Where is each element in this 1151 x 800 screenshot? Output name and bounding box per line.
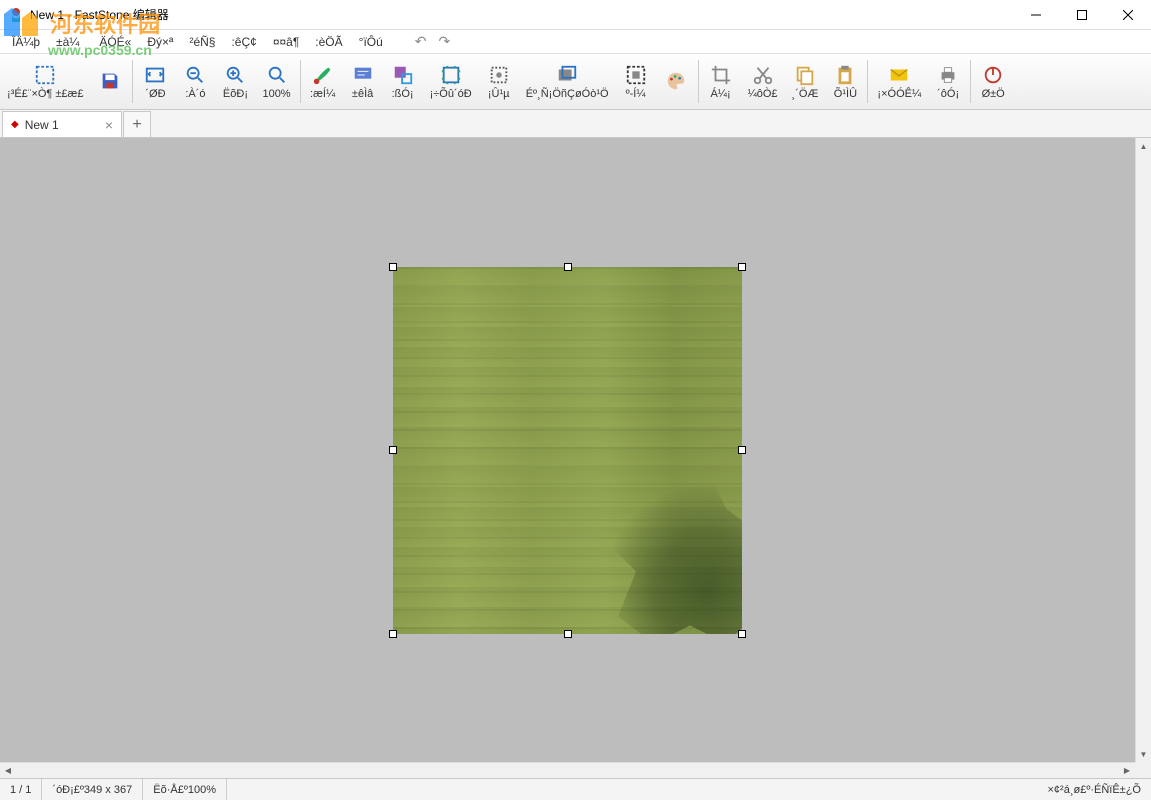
print-icon <box>936 63 960 87</box>
tool-effects[interactable]: ¡Û¹µ <box>479 54 519 109</box>
handle-top-left[interactable] <box>389 263 397 271</box>
tool-select[interactable]: ¡³É£¨×Ò¶ ±£æ£ <box>0 54 90 109</box>
tool-cut[interactable]: ¼ôÒ£ <box>741 54 785 109</box>
tool-zoom-in[interactable]: ËõÐ¡ <box>215 54 255 109</box>
menu-help[interactable]: °ïÔú <box>351 33 391 51</box>
handle-top-center[interactable] <box>564 263 572 271</box>
zoom-in-icon <box>223 63 247 87</box>
horizontal-scrollbar[interactable]: ◀ ▶ <box>0 762 1135 778</box>
text-icon <box>351 63 375 87</box>
tab-bar: ◆ New 1 × + <box>0 110 1151 138</box>
copy-icon <box>793 63 817 87</box>
brush-icon <box>311 63 335 87</box>
close-button[interactable] <box>1105 0 1151 30</box>
menu-edit[interactable]: ±à¼­ <box>48 33 91 51</box>
tool-paste[interactable]: Õ¹ÌÛ <box>825 54 865 109</box>
batch-icon <box>555 63 579 87</box>
canvas-wrap: ▲ ▼ ◀ ▶ <box>0 138 1151 778</box>
email-icon <box>887 63 911 87</box>
tool-email[interactable]: ¡×ÓÓÊ¼ <box>870 54 928 109</box>
status-registration: ×¢²á¸ø£º·ÉÑïÊ±¿Õ <box>1038 779 1151 800</box>
undo-icon[interactable]: ↶ <box>411 33 431 50</box>
fit-icon <box>143 63 167 87</box>
app-icon <box>8 7 24 23</box>
tab-new1[interactable]: ◆ New 1 × <box>2 111 122 137</box>
handle-bottom-center[interactable] <box>564 630 572 638</box>
tool-copy[interactable]: ¸´ÖÆ <box>785 54 826 109</box>
handle-bottom-left[interactable] <box>389 630 397 638</box>
canvas-area[interactable] <box>0 138 1135 762</box>
menu-bar: ÎÄ¼þ ±à¼­ ÄÓÉ« Ðý×ª ²éÑ§ :êÇ¢ ¤¤â¶ :èÖÃ … <box>0 30 1151 54</box>
handle-bottom-right[interactable] <box>738 630 746 638</box>
menu-view[interactable]: ²éÑ§ <box>181 33 223 51</box>
tool-frame[interactable]: º-Í¼ <box>616 54 656 109</box>
tool-palette[interactable] <box>656 54 696 109</box>
title-bar: New 1 - FastStone 编辑器 <box>0 0 1151 30</box>
tool-fit[interactable]: ´ØÐ <box>135 54 175 109</box>
menu-effects[interactable]: :êÇ¢ <box>223 33 264 51</box>
tool-canvas[interactable]: ¡÷Õû´óÐ <box>423 54 479 109</box>
tab-new-button[interactable]: + <box>123 111 151 137</box>
cut-icon <box>751 63 775 87</box>
tool-batch[interactable]: Éº¸Ñ¡ÖñÇøÓò¹Ö <box>519 54 616 109</box>
menu-rotate[interactable]: Ðý×ª <box>139 33 181 51</box>
menu-settings[interactable]: :èÖÃ <box>307 33 350 51</box>
redo-icon[interactable]: ↷ <box>435 33 455 50</box>
tool-zoom-100[interactable]: 100% <box>255 54 297 109</box>
power-icon <box>981 63 1005 87</box>
vertical-scrollbar[interactable]: ▲ ▼ <box>1135 138 1151 762</box>
scroll-up-icon[interactable]: ▲ <box>1136 138 1151 154</box>
window-title: New 1 - FastStone 编辑器 <box>30 6 1013 23</box>
effects-icon <box>487 63 511 87</box>
status-size: ´óÐ¡£º349 x 367 <box>42 779 143 800</box>
palette-icon <box>664 69 688 93</box>
image-selection-frame[interactable] <box>393 267 742 634</box>
scroll-left-icon[interactable]: ◀ <box>0 763 16 778</box>
zoom-out-icon <box>183 63 207 87</box>
tool-save[interactable] <box>90 54 130 109</box>
frame-icon <box>624 63 648 87</box>
dirty-indicator-icon: ◆ <box>11 119 19 130</box>
paste-icon <box>833 63 857 87</box>
tool-text[interactable]: ±êÌâ <box>343 54 383 109</box>
status-zoom: Ëõ·Å£º100% <box>143 779 227 800</box>
crop-icon <box>709 63 733 87</box>
tool-print[interactable]: ´ôÓ¡ <box>928 54 968 109</box>
zoom-100-icon <box>265 63 289 87</box>
status-page: 1 / 1 <box>0 779 42 800</box>
status-bar: 1 / 1 ´óÐ¡£º349 x 367 Ëõ·Å£º100% ×¢²á¸ø£… <box>0 778 1151 800</box>
resize-icon <box>391 63 415 87</box>
maximize-button[interactable] <box>1059 0 1105 30</box>
scroll-down-icon[interactable]: ▼ <box>1136 746 1151 762</box>
toolbar: ¡³É£¨×Ò¶ ±£æ£ ´ØÐ :À´ó ËõÐ¡ 100% :æÍ¼ ±ê… <box>0 54 1151 110</box>
tool-resize[interactable]: :ßÓ¡ <box>383 54 423 109</box>
tool-zoom-out[interactable]: :À´ó <box>175 54 215 109</box>
minimize-button[interactable] <box>1013 0 1059 30</box>
handle-mid-right[interactable] <box>738 446 746 454</box>
image-content <box>393 267 742 634</box>
menu-color[interactable]: ÄÓÉ« <box>91 33 139 51</box>
save-icon <box>98 69 122 93</box>
tab-title: New 1 <box>25 118 99 132</box>
tool-close[interactable]: Ø±Ö <box>973 54 1013 109</box>
tool-crop[interactable]: Á¼¡ <box>701 54 741 109</box>
marquee-icon <box>33 63 57 87</box>
tab-close-icon[interactable]: × <box>105 117 113 133</box>
scroll-corner <box>1135 762 1151 778</box>
handle-mid-left[interactable] <box>389 446 397 454</box>
scroll-right-icon[interactable]: ▶ <box>1119 763 1135 778</box>
canvas-icon <box>439 63 463 87</box>
tool-brush[interactable]: :æÍ¼ <box>303 54 343 109</box>
handle-top-right[interactable] <box>738 263 746 271</box>
menu-tools[interactable]: ¤¤â¶ <box>265 33 307 51</box>
menu-file[interactable]: ÎÄ¼þ <box>4 33 48 51</box>
